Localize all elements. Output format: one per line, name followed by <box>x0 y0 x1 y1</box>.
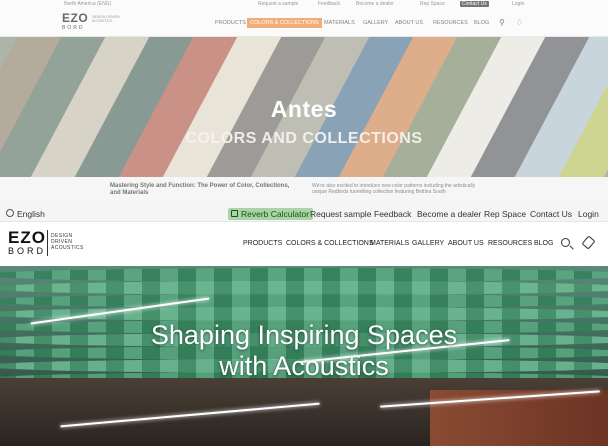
nav-about-us[interactable]: ABOUT US <box>448 240 484 247</box>
login-link[interactable]: Login <box>578 209 599 219</box>
language-selector[interactable]: English <box>17 209 45 219</box>
rep-space-link[interactable]: Rep Space <box>484 209 526 219</box>
tag-icon[interactable] <box>581 235 596 250</box>
hero-headline: Shaping Inspiring Spaces with Acoustics <box>150 320 458 381</box>
utility-bar: English Reverb Calculator Request sample… <box>0 206 608 222</box>
hero-wood-panel <box>430 390 608 446</box>
logo-tagline: DESIGN DRIVEN ACOUSTICS <box>51 233 84 251</box>
contact-us-link[interactable]: Contact Us <box>530 209 572 219</box>
nav-blog[interactable]: BLOG <box>534 240 553 247</box>
nav-gallery[interactable]: GALLERY <box>412 240 444 247</box>
request-sample-link[interactable]: Request sample <box>310 209 371 219</box>
search-icon[interactable] <box>561 238 570 247</box>
baffle-row <box>0 294 608 308</box>
main-nav: EZO BORD DESIGN DRIVEN ACOUSTICS PRODUCT… <box>0 222 608 266</box>
hero-section: Shaping Inspiring Spaces with Acoustics <box>0 266 608 446</box>
nav-resources[interactable]: RESOURCES <box>488 240 532 247</box>
logo-divider <box>47 230 48 256</box>
baffle-row <box>0 268 608 282</box>
baffle-row <box>0 281 608 295</box>
nav-colors-collections[interactable]: COLORS & COLLECTIONS <box>286 240 374 247</box>
nav-materials[interactable]: MATERIALS <box>370 240 409 247</box>
feedback-link[interactable]: Feedback <box>374 209 411 219</box>
before-screenshot: North America (ENG) Request a sample Fee… <box>0 0 608 206</box>
reverb-calculator-label: Reverb Calculator <box>241 209 310 219</box>
calculator-icon <box>231 210 238 217</box>
nav-products[interactable]: PRODUCTS <box>243 240 282 247</box>
globe-icon <box>6 209 14 217</box>
logo[interactable]: EZO BORD <box>8 229 46 256</box>
become-dealer-link[interactable]: Become a dealer <box>417 209 481 219</box>
reverb-calculator-button[interactable]: Reverb Calculator <box>228 208 314 220</box>
